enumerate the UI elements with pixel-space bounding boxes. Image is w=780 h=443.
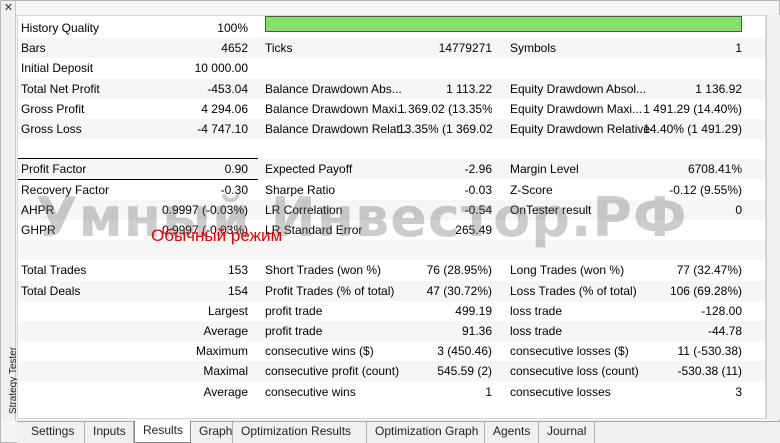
- tab-inputs[interactable]: Inputs: [85, 422, 134, 443]
- recovery-factor-value: -0.03: [464, 182, 492, 197]
- consecutive-wins-value: 3: [735, 384, 742, 399]
- sharpe-ratio-label: Sharpe Ratio: [265, 182, 336, 197]
- loss-trade-label: loss trade: [510, 324, 563, 338]
- close-icon[interactable]: ✕: [3, 3, 14, 14]
- ticks-label: Ticks: [265, 41, 293, 56]
- tab-bar: Settings Inputs Results Graph Optimization R…: [17, 420, 780, 443]
- bars-value: 14779271: [438, 41, 492, 56]
- tab-optimization-graph[interactable]: Optimization Graph: [367, 422, 485, 443]
- consecutive-wins-label: consecutive wins: [265, 384, 356, 399]
- history-quality-value: 100%: [217, 21, 248, 35]
- balance-drawdown-abs-label: Balance Drawdown Abs...: [265, 81, 402, 96]
- profit-trade-value: Largest: [207, 303, 248, 318]
- tab-journal[interactable]: Journal: [539, 422, 595, 443]
- history-quality-bar: [265, 16, 742, 32]
- gross-profit-value: 4 294.06: [201, 101, 248, 116]
- short-trades-won-label: Short Trades (won %): [265, 263, 382, 278]
- consecutive-wins-value: 3 (450.46): [437, 344, 492, 359]
- bars-value: 4652: [221, 41, 248, 56]
- side-panel: ✕ Strategy Tester: [1, 1, 19, 421]
- margin-level-label: Margin Level: [510, 162, 579, 177]
- ahpr-value: -0.54: [464, 202, 492, 217]
- consecutive-wins-value: Average: [203, 384, 248, 399]
- profit-factor-value: 6708.41%: [687, 162, 742, 177]
- consecutive-losses-label: consecutive losses: [510, 384, 611, 399]
- profit-trade-value: 499.19: [455, 303, 492, 318]
- ahpr-value: 0: [735, 202, 742, 217]
- consecutive-wins-value: Maximum: [195, 344, 248, 359]
- loss-trades-of-total-label: Loss Trades (% of total): [510, 283, 637, 298]
- equity-drawdown-maxi-label: Equity Drawdown Maxi...: [510, 101, 643, 116]
- consecutive-wins-value: 11 (-530.38): [677, 344, 742, 359]
- lr-standard-error-label: LR Standard Error: [265, 223, 363, 237]
- loss-trade-label: loss trade: [510, 303, 563, 318]
- profit-trade-value: -128.00: [701, 303, 742, 318]
- recovery-factor-value: -0.12 (9.55%): [669, 182, 742, 197]
- tab-agents[interactable]: Agents: [485, 422, 539, 443]
- balance-drawdown-relat-label: Balance Drawdown Relat...: [265, 122, 410, 136]
- total-deals-value: 154: [227, 283, 248, 298]
- total-deals-value: 47 (30.72%): [426, 283, 492, 298]
- total-trades-value: 153: [227, 263, 248, 278]
- consecutive-wins-label: consecutive wins ($): [265, 344, 374, 359]
- profit-factor-value: 0.90: [224, 162, 248, 177]
- mode-annotation: Обычный режим: [151, 226, 283, 245]
- symbols-label: Symbols: [510, 41, 557, 56]
- profit-trade-value: Average: [203, 324, 248, 338]
- initial-deposit-value: 10 000.00: [194, 61, 248, 76]
- profit-trade-label: profit trade: [265, 303, 323, 318]
- recovery-factor-value: -0.30: [220, 182, 248, 197]
- total-net-profit-value: 1 136.92: [695, 81, 742, 96]
- consecutive-wins-value: 1: [485, 384, 492, 399]
- consecutive-losses-label: consecutive losses ($): [510, 344, 629, 359]
- consecutive-profit-count-value: 545.59 (2): [437, 364, 492, 379]
- equity-drawdown-absol-label: Equity Drawdown Absol...: [510, 81, 647, 96]
- gross-loss-value: 13.35% (1 369.02): [398, 122, 492, 136]
- bars-value: 1: [735, 41, 742, 56]
- tab-optimization-results[interactable]: Optimization Results: [233, 422, 367, 443]
- gross-profit-value: 1 491.29 (14.40%): [643, 101, 742, 116]
- balance-drawdown-maxi-label: Balance Drawdown Maxi...: [265, 101, 408, 116]
- long-trades-won-label: Long Trades (won %): [510, 263, 625, 278]
- profit-trade-label: profit trade: [265, 324, 323, 338]
- total-deals-value: 106 (69.28%): [669, 283, 742, 298]
- gross-profit-value: 1 369.02 (13.35%): [398, 101, 492, 116]
- profit-factor-value: -2.96: [464, 162, 492, 177]
- table-row: [18, 139, 765, 159]
- strategy-tester-window: ✕ Strategy Tester History Quality 100% Bar…: [0, 0, 780, 443]
- z-score-label: Z-Score: [510, 182, 553, 197]
- total-trades-value: 76 (28.95%): [426, 263, 492, 278]
- tab-settings[interactable]: Settings: [23, 422, 85, 443]
- total-net-profit-value: 1 113.22: [446, 81, 492, 96]
- tab-results[interactable]: Results: [134, 420, 191, 443]
- gross-loss-value: -4 747.10: [197, 122, 248, 136]
- history-quality-fill: [266, 17, 741, 31]
- table-row: [18, 240, 765, 261]
- profit-trade-value: -44.78: [707, 324, 742, 338]
- results-table: History Quality 100% Bars 4652 Ticks 14779271…: [17, 15, 766, 419]
- consecutive-profit-count-value: -530.38 (11): [677, 364, 742, 379]
- consecutive-profit-count-value: Maximal: [203, 364, 248, 379]
- tab-graph[interactable]: Graph: [191, 422, 233, 443]
- expected-payoff-label: Expected Payoff: [265, 162, 353, 177]
- gross-loss-value: 14.40% (1 491.29): [643, 122, 742, 136]
- equity-drawdown-relative-label: Equity Drawdown Relative: [510, 122, 650, 136]
- total-net-profit-value: -453.04: [207, 81, 248, 96]
- consecutive-profit-count-label: consecutive profit (count): [265, 364, 400, 379]
- profit-trades-of-total-label: Profit Trades (% of total): [265, 283, 395, 298]
- vertical-scrollbar[interactable]: [766, 15, 780, 419]
- profit-trade-value: 91.36: [461, 324, 492, 338]
- ontester-result-label: OnTester result: [510, 202, 592, 217]
- ahpr-value: 0.9997 (-0.03%): [161, 202, 248, 217]
- consecutive-loss-count-label: consecutive loss (count): [510, 364, 639, 379]
- lr-correlation-label: LR Correlation: [265, 202, 343, 217]
- total-trades-value: 77 (32.47%): [676, 263, 742, 278]
- ghpr-value: 265.49: [455, 223, 492, 237]
